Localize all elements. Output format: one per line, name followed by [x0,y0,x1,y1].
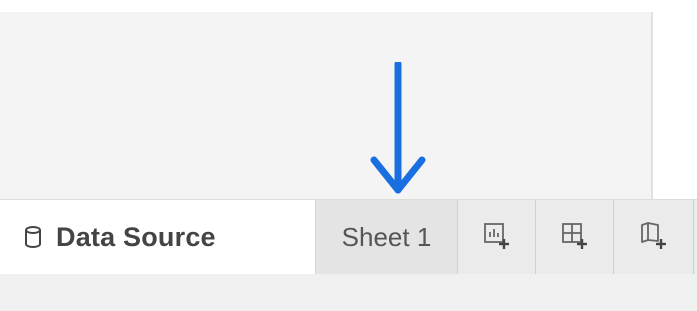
sheet-tab-bar: Data Source Sheet 1 [0,199,697,275]
tableau-workbook-window: Data Source Sheet 1 [0,0,697,311]
tab-data-source[interactable]: Data Source [0,200,316,274]
sheet-tab-label: Sheet 1 [341,221,432,252]
new-dashboard-icon [560,220,590,255]
annotation-arrow-icon [370,62,426,194]
new-worksheet-button[interactable] [458,200,536,274]
worksheet-canvas [0,12,653,199]
status-bar [0,274,697,311]
new-worksheet-icon [482,220,512,255]
database-icon [24,225,42,249]
new-story-icon [639,220,669,255]
tab-sheet-1[interactable]: Sheet 1 [316,200,458,274]
new-dashboard-button[interactable] [536,200,614,274]
new-story-button[interactable] [614,200,694,274]
data-source-label: Data Source [56,221,216,252]
